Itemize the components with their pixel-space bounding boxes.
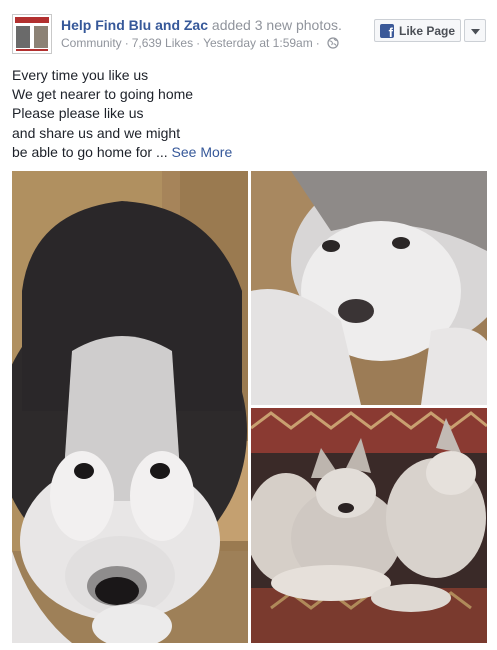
photo-husky-lying[interactable] (251, 171, 487, 405)
facebook-post: Help Find Blu and Zac added 3 new photos… (0, 0, 497, 650)
post-line: and share us and we might (12, 124, 181, 141)
see-more-link[interactable]: See More (172, 144, 233, 160)
photo-husky-closeup[interactable] (12, 171, 248, 643)
caret-down-icon (470, 22, 480, 40)
post-timestamp[interactable]: Yesterday at 1:59am (203, 36, 313, 50)
meta-separator: · (124, 36, 129, 50)
avatar-banner (15, 17, 49, 23)
like-page-button[interactable]: f Like Page (374, 19, 461, 42)
facebook-f-icon: f (380, 23, 394, 39)
avatar-photo-left (16, 26, 30, 48)
post-line-last: be able to go home for ... See More (12, 143, 232, 162)
post-line: We get nearer to going home (12, 86, 194, 103)
page-avatar[interactable] (12, 14, 52, 54)
meta-separator: · (196, 36, 201, 50)
post-meta: Community · 7,639 Likes · Yesterday at 1:59a… (61, 35, 339, 53)
post-title: Help Find Blu and Zac added 3 new photos… (61, 16, 342, 34)
post-action-text: added 3 new photos. (208, 17, 342, 33)
post-line: Every time you like us (12, 67, 149, 83)
page-likes-count[interactable]: 7,639 Likes (132, 36, 193, 50)
avatar-photo-right (34, 26, 48, 48)
page-name-link[interactable]: Help Find Blu and Zac (61, 17, 208, 33)
page-menu-button[interactable] (464, 19, 486, 42)
post-line-text: be able to go home for ... (12, 143, 172, 160)
post-message: Every time you like us We get nearer to … (12, 66, 232, 162)
photo-two-puppies[interactable] (251, 408, 487, 643)
meta-separator: · (315, 36, 320, 50)
avatar-footer (16, 49, 48, 51)
post-line: Please please like us (12, 105, 144, 122)
like-page-label: Like Page (399, 23, 456, 38)
globe-icon[interactable] (327, 37, 339, 53)
page-category[interactable]: Community (61, 36, 122, 50)
